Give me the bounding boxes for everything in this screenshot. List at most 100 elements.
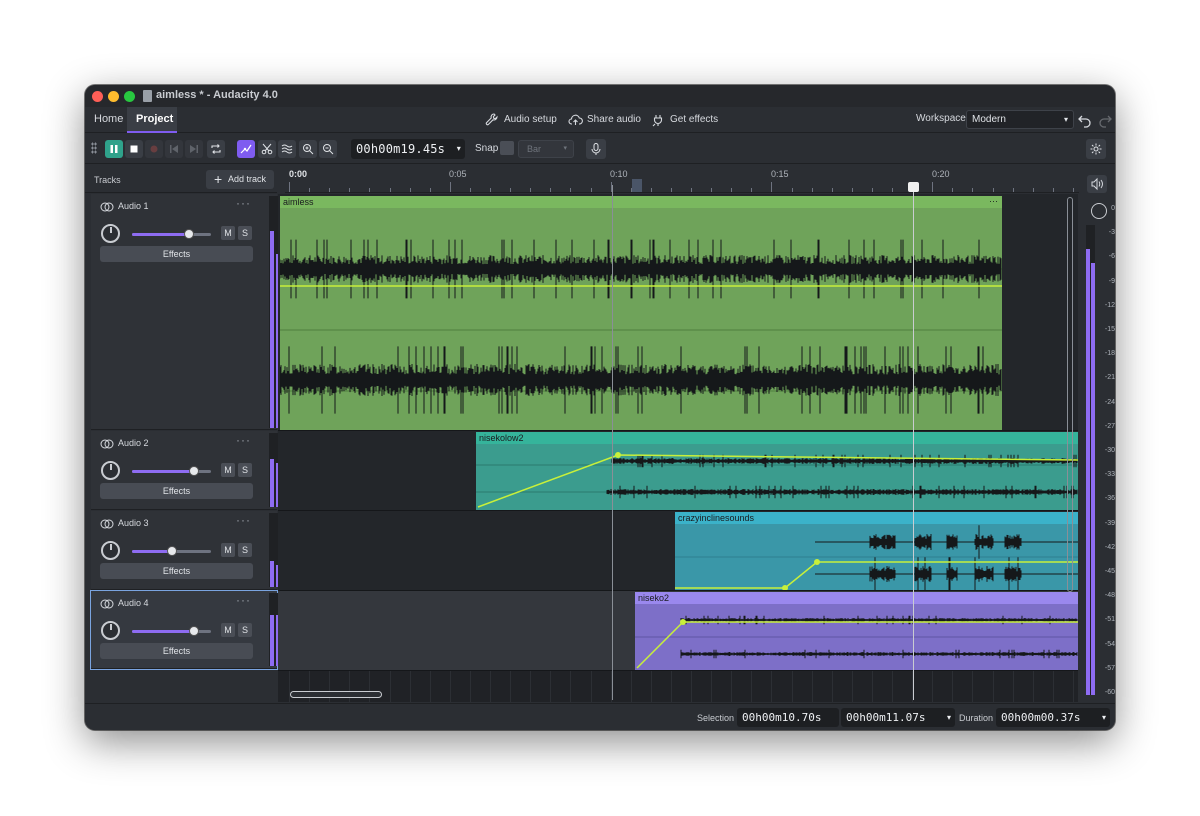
zoom-out-button[interactable] [319,140,337,158]
document-icon [143,90,152,102]
header-bar: Home Project Audio setup Share audio Get… [85,107,1115,133]
track-menu-icon[interactable]: ··· [236,196,251,210]
undo-icon[interactable] [1077,112,1093,128]
volume-slider[interactable] [132,466,211,476]
master-meter-panel: 0 -3 -6 -9 -12 -15 -18 -21 -24 -27 -30 -33 -36 -39 -42… [1079,165,1115,702]
clip-header[interactable]: aimless ··· [280,196,1002,208]
envelope-tool-button[interactable] [237,140,255,158]
effects-button[interactable]: Effects [100,246,253,262]
record-button[interactable] [145,140,163,158]
ruler-tick [711,188,713,192]
solo-button[interactable]: S [238,543,252,557]
skip-to-start-button[interactable] [165,140,183,158]
loop-button[interactable] [207,140,225,158]
track-name[interactable]: Audio 4 [118,598,149,608]
clip-header[interactable]: nisekolow2 [476,432,1078,444]
clip-niseko2[interactable]: niseko2 [635,592,1078,670]
pan-knob[interactable] [101,621,120,640]
playback-time-display[interactable]: 00h00m19.45s ▾ [351,139,465,159]
track-control-audio-4[interactable]: Audio 4 ··· M S Effects [90,590,281,670]
effects-button[interactable]: Effects [100,563,253,579]
settings-button[interactable] [1086,139,1106,159]
horizontal-scrollbar[interactable] [290,691,382,698]
ruler-tick [731,188,733,192]
snap-select[interactable]: Bar ▾ [518,140,574,158]
ruler-label: 0:00 [289,169,308,179]
clip-name: niseko2 [638,593,670,603]
pan-knob[interactable] [101,461,120,480]
vertical-scrollbar[interactable] [1067,197,1073,592]
track-menu-icon[interactable]: ··· [236,433,251,447]
mute-button[interactable]: M [221,226,235,240]
waveform [635,615,1078,669]
clip-crazyinclinesounds[interactable]: crazyinclinesounds [675,512,1078,590]
db-label: -42 [1104,543,1115,551]
tab-home[interactable]: Home [85,107,132,133]
ruler-tick [1052,188,1054,192]
clip-name: nisekolow2 [479,433,524,443]
redo-icon[interactable] [1097,112,1113,128]
mute-button[interactable]: M [221,623,235,637]
selection-end-field[interactable]: 00h00m11.07s ▾ [841,708,955,727]
duration-field[interactable]: 00h00m00.37s ▾ [996,708,1110,727]
solo-button[interactable]: S [238,623,252,637]
timeline-ruler[interactable]: 0:00 0:05 0:10 0:15 0:20 [285,165,1085,193]
track-name[interactable]: Audio 2 [118,438,149,448]
audio-setup-button[interactable]: Audio setup [485,111,557,129]
minimize-window-button[interactable] [108,91,119,102]
track-name[interactable]: Audio 1 [118,201,149,211]
clip-header[interactable]: niseko2 [635,592,1078,604]
mute-button[interactable]: M [221,463,235,477]
stop-icon [130,145,138,153]
get-effects-button[interactable]: Get effects [651,111,721,129]
multi-tool-button[interactable] [278,140,296,158]
volume-slider[interactable] [132,626,211,636]
maximize-window-button[interactable] [124,91,135,102]
skip-to-end-button[interactable] [185,140,203,158]
selection-start-field[interactable]: 00h00m10.70s [737,708,839,727]
track-name[interactable]: Audio 3 [118,518,149,528]
add-track-button[interactable]: + Add track [206,170,274,189]
track-control-audio-2[interactable]: Audio 2 ··· M S Effects [91,431,281,510]
clip-nisekolow2[interactable]: nisekolow2 [476,432,1078,510]
effects-button[interactable]: Effects [100,643,253,659]
split-tool-button[interactable] [258,140,276,158]
ruler-tick [469,188,471,192]
stop-button[interactable] [125,140,143,158]
ruler-tick [429,188,431,192]
clip-name: aimless [283,197,314,207]
solo-button[interactable]: S [238,226,252,240]
solo-button[interactable]: S [238,463,252,477]
playhead[interactable] [913,182,914,700]
clip-aimless[interactable]: aimless ··· [280,196,1002,430]
master-volume-button[interactable] [1087,175,1107,193]
clip-header[interactable]: crazyinclinesounds [675,512,1078,524]
pan-knob[interactable] [101,541,120,560]
db-label: -45 [1104,568,1115,575]
volume-slider[interactable] [132,229,211,239]
playhead-handle[interactable] [908,182,919,192]
master-level-right [1091,262,1095,695]
workspace-label: Workspace [916,113,966,124]
tracks-canvas[interactable]: aimless ··· nisekolow2 crazyinclinesound… [278,194,1078,702]
db-label: -33 [1104,471,1115,479]
track-menu-icon[interactable]: ··· [236,513,251,527]
snap-checkbox[interactable] [500,141,514,155]
close-window-button[interactable] [92,91,103,102]
volume-slider[interactable] [132,546,211,556]
track-control-audio-3[interactable]: Audio 3 ··· M S Effects [91,511,281,590]
workspace-select[interactable]: Modern ▾ [966,110,1074,129]
clip-menu-icon[interactable]: ··· [989,196,998,207]
pause-button[interactable] [105,140,123,158]
tab-project[interactable]: Project [127,107,177,133]
zoom-in-button[interactable] [299,140,317,158]
track-menu-icon[interactable]: ··· [236,593,251,607]
pan-knob[interactable] [101,224,120,243]
toolbar-grip-icon[interactable] [91,142,97,154]
track-control-audio-1[interactable]: Audio 1 ··· M S Effects [91,194,281,430]
share-audio-button[interactable]: Share audio [568,111,641,129]
db-label: -15 [1104,326,1115,333]
effects-button[interactable]: Effects [100,483,253,499]
mute-button[interactable]: M [221,543,235,557]
microphone-button[interactable] [586,139,606,159]
